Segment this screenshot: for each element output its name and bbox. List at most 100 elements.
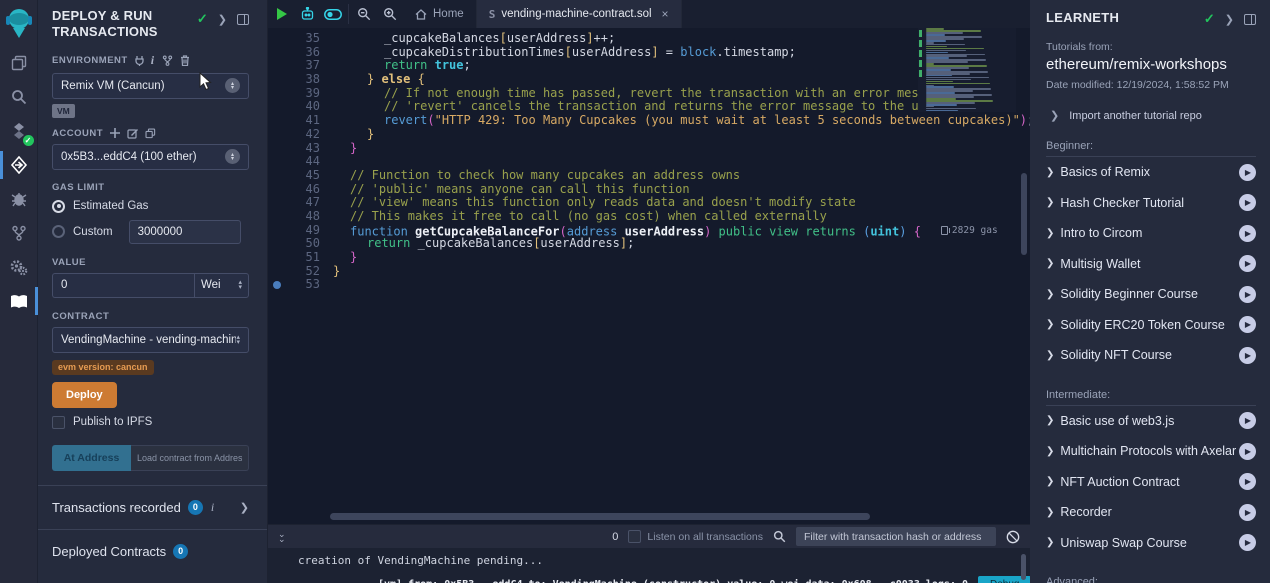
deploy-button[interactable]: Deploy [52, 382, 117, 408]
tutorial-item-label: Hash Checker Tutorial [1060, 196, 1184, 210]
tutorial-item-label: Solidity ERC20 Token Course [1060, 318, 1224, 332]
copy-account-icon[interactable] [145, 128, 156, 139]
deployed-contracts-section[interactable]: Deployed Contracts 0 [38, 529, 267, 573]
publish-ipfs-checkbox[interactable] [52, 416, 65, 429]
start-tutorial-play-icon[interactable]: ▶ [1239, 443, 1256, 460]
value-unit-select[interactable]: Wei ▴▾ [194, 273, 249, 298]
start-tutorial-play-icon[interactable]: ▶ [1239, 225, 1256, 242]
tutorial-item[interactable]: ❯ Hash Checker Tutorial ▶ [1046, 188, 1256, 219]
code-line-40: 40// 'revert' cancels the transaction an… [268, 100, 1030, 114]
tutorial-item[interactable]: ❯Uniswap Swap Course▶ [1046, 528, 1256, 559]
start-tutorial-play-icon[interactable]: ▶ [1239, 504, 1256, 521]
tutorial-expand-icon[interactable]: ❯ [1046, 258, 1054, 269]
environment-info-icon[interactable]: i [151, 53, 155, 68]
code-line-44: 44 [268, 155, 1030, 169]
custom-gas-input[interactable] [129, 220, 241, 244]
transactions-expand-icon[interactable]: ❯ [240, 501, 249, 514]
transactions-info-icon[interactable]: i [211, 500, 214, 515]
transaction-filter-input[interactable] [796, 527, 996, 546]
home-tab-label: Home [433, 8, 464, 20]
start-tutorial-play-icon[interactable]: ▶ [1239, 194, 1256, 211]
tutorial-item[interactable]: ❯Multichain Protocols with Axelar▶ [1046, 436, 1256, 467]
fork-environment-icon[interactable] [162, 55, 173, 66]
tutorial-item[interactable]: ❯Solidity Beginner Course▶ [1046, 279, 1256, 310]
solidity-compiler-icon[interactable]: ✓ [0, 114, 38, 148]
tutorial-section-label: Intermediate: [1046, 389, 1256, 406]
terminal-scrollbar[interactable] [1021, 554, 1026, 580]
git-icon[interactable] [0, 216, 38, 250]
start-tutorial-play-icon[interactable]: ▶ [1239, 164, 1256, 181]
copilot-toggle[interactable] [320, 0, 346, 28]
learneth-check-icon: ✓ [1204, 11, 1215, 27]
plug-icon[interactable] [135, 55, 144, 66]
code-editor[interactable]: 35_cupcakeBalances[userAddress]++;36_cup… [268, 28, 1030, 524]
delete-environment-icon[interactable] [180, 55, 190, 66]
contract-select[interactable]: VendingMachine - vending-machin ▴▾ [52, 327, 249, 353]
terminal-collapse-icon[interactable]: ⌄⌄ [278, 532, 286, 542]
tutorial-expand-icon[interactable]: ❯ [1046, 228, 1054, 239]
clear-console-icon[interactable] [1006, 530, 1020, 544]
tab-home[interactable]: Home [403, 0, 477, 28]
tutorial-expand-icon[interactable]: ❯ [1046, 446, 1054, 457]
start-tutorial-play-icon[interactable]: ▶ [1239, 347, 1256, 364]
tutorial-item[interactable]: ❯Solidity NFT Course▶ [1046, 340, 1256, 371]
start-tutorial-play-icon[interactable]: ▶ [1239, 255, 1256, 272]
custom-gas-radio[interactable] [52, 225, 65, 238]
import-tutorial-repo[interactable]: ❯ Import another tutorial repo [1050, 109, 1256, 122]
tutorial-expand-icon[interactable]: ❯ [1046, 289, 1054, 300]
value-input[interactable] [52, 273, 194, 298]
account-select[interactable]: 0x5B3...eddC4 (100 ether) ▴▾ [52, 144, 249, 170]
tutorial-expand-icon[interactable]: ❯ [1046, 350, 1054, 361]
at-address-button[interactable]: At Address [52, 445, 131, 471]
start-tutorial-play-icon[interactable]: ▶ [1239, 316, 1256, 333]
add-account-icon[interactable] [110, 128, 120, 138]
tutorial-item[interactable]: ❯Multisig Wallet▶ [1046, 249, 1256, 280]
tutorial-item[interactable]: ❯Recorder▶ [1046, 497, 1256, 528]
tutorial-section-label: Beginner: [1046, 140, 1256, 157]
tutorial-expand-icon[interactable]: ❯ [1046, 319, 1054, 330]
remix-logo-icon[interactable] [0, 0, 38, 46]
learneth-book-icon[interactable] [0, 284, 38, 318]
start-tutorial-play-icon[interactable]: ▶ [1239, 473, 1256, 490]
tutorial-item[interactable]: ❯Basics of Remix▶ [1046, 157, 1256, 188]
learneth-pin-icon[interactable] [1244, 14, 1256, 25]
tutorial-item[interactable]: ❯Intro to Circom▶ [1046, 218, 1256, 249]
terminal-output[interactable]: creation of VendingMachine pending... [v… [268, 548, 1030, 583]
debugger-icon[interactable] [0, 182, 38, 216]
listen-all-transactions-checkbox[interactable] [628, 530, 641, 543]
tutorial-expand-icon[interactable]: ❯ [1046, 167, 1054, 178]
tutorial-expand-icon[interactable]: ❯ [1046, 197, 1054, 208]
estimated-gas-radio[interactable] [52, 200, 65, 213]
tutorial-expand-icon[interactable]: ❯ [1046, 476, 1054, 487]
settings-icon[interactable] [0, 250, 38, 284]
zoom-in-icon[interactable] [377, 0, 403, 28]
environment-select[interactable]: Remix VM (Cancun) ▴▾ [52, 73, 249, 99]
at-address-input[interactable] [131, 445, 249, 471]
editor-horizontal-scrollbar[interactable] [330, 513, 870, 520]
edit-account-icon[interactable] [127, 128, 138, 139]
start-tutorial-play-icon[interactable]: ▶ [1239, 412, 1256, 429]
deploy-run-icon[interactable] [0, 148, 38, 182]
transactions-recorded-section[interactable]: Transactions recorded 0 i ❯ [38, 485, 267, 529]
ai-assistant-icon[interactable] [294, 0, 320, 28]
editor-minimap[interactable] [918, 28, 1016, 112]
tutorial-item[interactable]: ❯Basic use of web3.js▶ [1046, 406, 1256, 437]
evm-version-badge: evm version: cancun [52, 360, 154, 375]
file-explorer-icon[interactable] [0, 46, 38, 80]
tutorial-item[interactable]: ❯ Solidity ERC20 Token Course ▶ [1046, 310, 1256, 341]
tutorial-expand-icon[interactable]: ❯ [1046, 415, 1054, 426]
zoom-out-icon[interactable] [351, 0, 377, 28]
search-icon[interactable] [0, 80, 38, 114]
run-script-button[interactable] [268, 0, 294, 28]
editor-vertical-scrollbar[interactable] [1021, 173, 1027, 255]
tab-vending-machine-contract[interactable]: S vending-machine-contract.sol × [477, 0, 682, 28]
close-tab-icon[interactable]: × [662, 7, 669, 21]
learneth-expand-icon[interactable]: ❯ [1225, 13, 1234, 26]
tutorial-expand-icon[interactable]: ❯ [1046, 507, 1054, 518]
tutorial-expand-icon[interactable]: ❯ [1046, 537, 1054, 548]
start-tutorial-play-icon[interactable]: ▶ [1239, 534, 1256, 551]
panel-expand-icon[interactable]: ❯ [218, 13, 227, 26]
pin-panel-icon[interactable] [237, 14, 249, 25]
tutorial-item[interactable]: ❯NFT Auction Contract▶ [1046, 467, 1256, 498]
start-tutorial-play-icon[interactable]: ▶ [1239, 286, 1256, 303]
